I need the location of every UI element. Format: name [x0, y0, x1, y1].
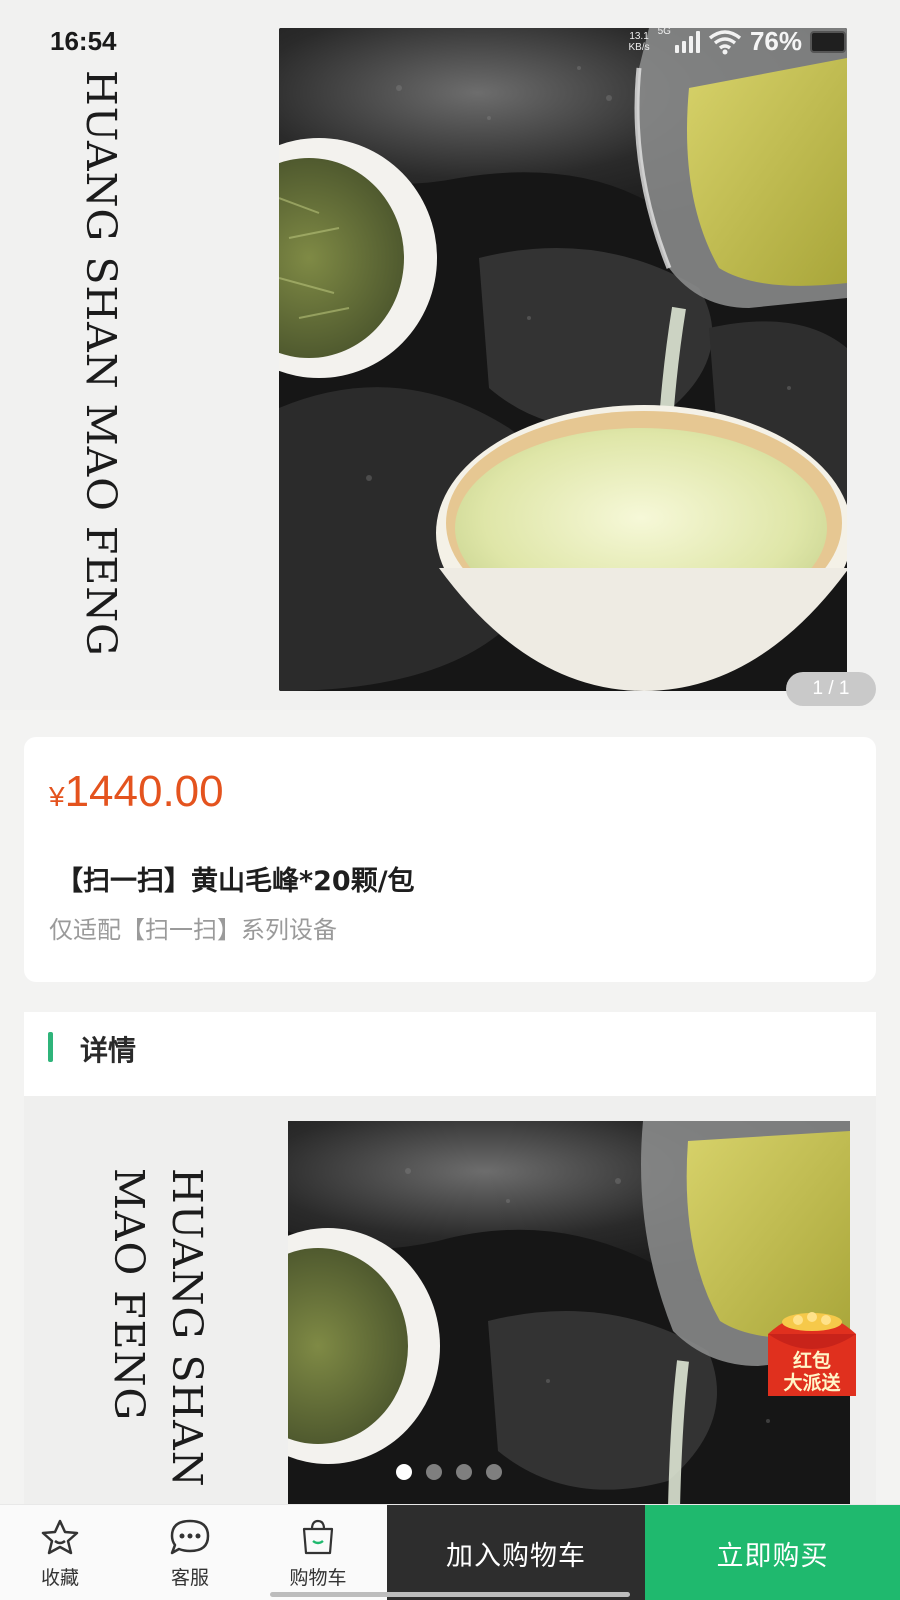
shopping-bag-icon [302, 1519, 334, 1555]
product-info-card: ¥1440.00 【扫一扫】黄山毛峰*20颗/包 仅适配【扫一扫】系列设备 [24, 737, 876, 982]
bottom-action-bar: 收藏 客服 购物车 加入购物车 立即购买 [0, 1504, 900, 1600]
red-packet-promo[interactable]: 红包 大派送 [758, 1304, 866, 1400]
carousel-dot-1[interactable] [396, 1464, 412, 1480]
hero-banner[interactable]: HUANG SHAN MAO FENG 1 / 1 [0, 0, 900, 710]
product-compatibility: 仅适配【扫一扫】系列设备 [49, 916, 337, 944]
red-packet-label: 红包 大派送 [783, 1350, 841, 1394]
cart-button[interactable]: 购物车 [268, 1505, 368, 1600]
price-value: 1440.00 [64, 767, 224, 816]
section-accent-bar [48, 1032, 53, 1062]
details-section-header: 详情 [24, 1012, 876, 1096]
buy-now-button[interactable]: 立即购买 [645, 1505, 900, 1600]
status-bar: 16:54 13.1 KB/s 5G 76% [0, 24, 900, 64]
service-label: 客服 [170, 1567, 209, 1589]
favorite-label: 收藏 [40, 1567, 79, 1589]
network-type: 5G [657, 26, 671, 37]
battery-percent: 76% [749, 26, 802, 56]
status-time: 16:54 [50, 26, 117, 56]
carousel-dot-2[interactable] [426, 1464, 442, 1480]
signal-icon [674, 30, 700, 53]
carousel-dots [396, 1464, 502, 1480]
home-indicator [270, 1592, 630, 1597]
add-to-cart-button[interactable]: 加入购物车 [387, 1505, 645, 1600]
product-price: ¥1440.00 [49, 767, 224, 817]
image-page-indicator: 1 / 1 [786, 672, 876, 706]
hero-title: HUANG SHAN MAO FENG [77, 70, 125, 657]
battery-icon [810, 30, 846, 53]
favorite-button[interactable]: 收藏 [10, 1505, 110, 1600]
chat-icon [170, 1519, 210, 1555]
details-title: 详情 [80, 1034, 137, 1067]
tea-pouring-photo [279, 28, 847, 691]
customer-service-button[interactable]: 客服 [140, 1505, 240, 1600]
carousel-dot-3[interactable] [456, 1464, 472, 1480]
wifi-icon [708, 29, 742, 54]
carousel-dot-4[interactable] [486, 1464, 502, 1480]
network-speed: 13.1 KB/s [628, 30, 650, 53]
detail-banner-title: HUANG SHAN MAO FENG [105, 1168, 211, 1488]
cart-label: 购物车 [289, 1567, 347, 1589]
status-icons: 13.1 KB/s 5G 76% [628, 26, 846, 57]
star-icon [41, 1519, 79, 1555]
product-title: 【扫一扫】黄山毛峰*20颗/包 [56, 866, 415, 897]
currency-symbol: ¥ [49, 781, 65, 812]
detail-image-carousel[interactable]: HUANG SHAN MAO FENG [24, 1096, 876, 1508]
